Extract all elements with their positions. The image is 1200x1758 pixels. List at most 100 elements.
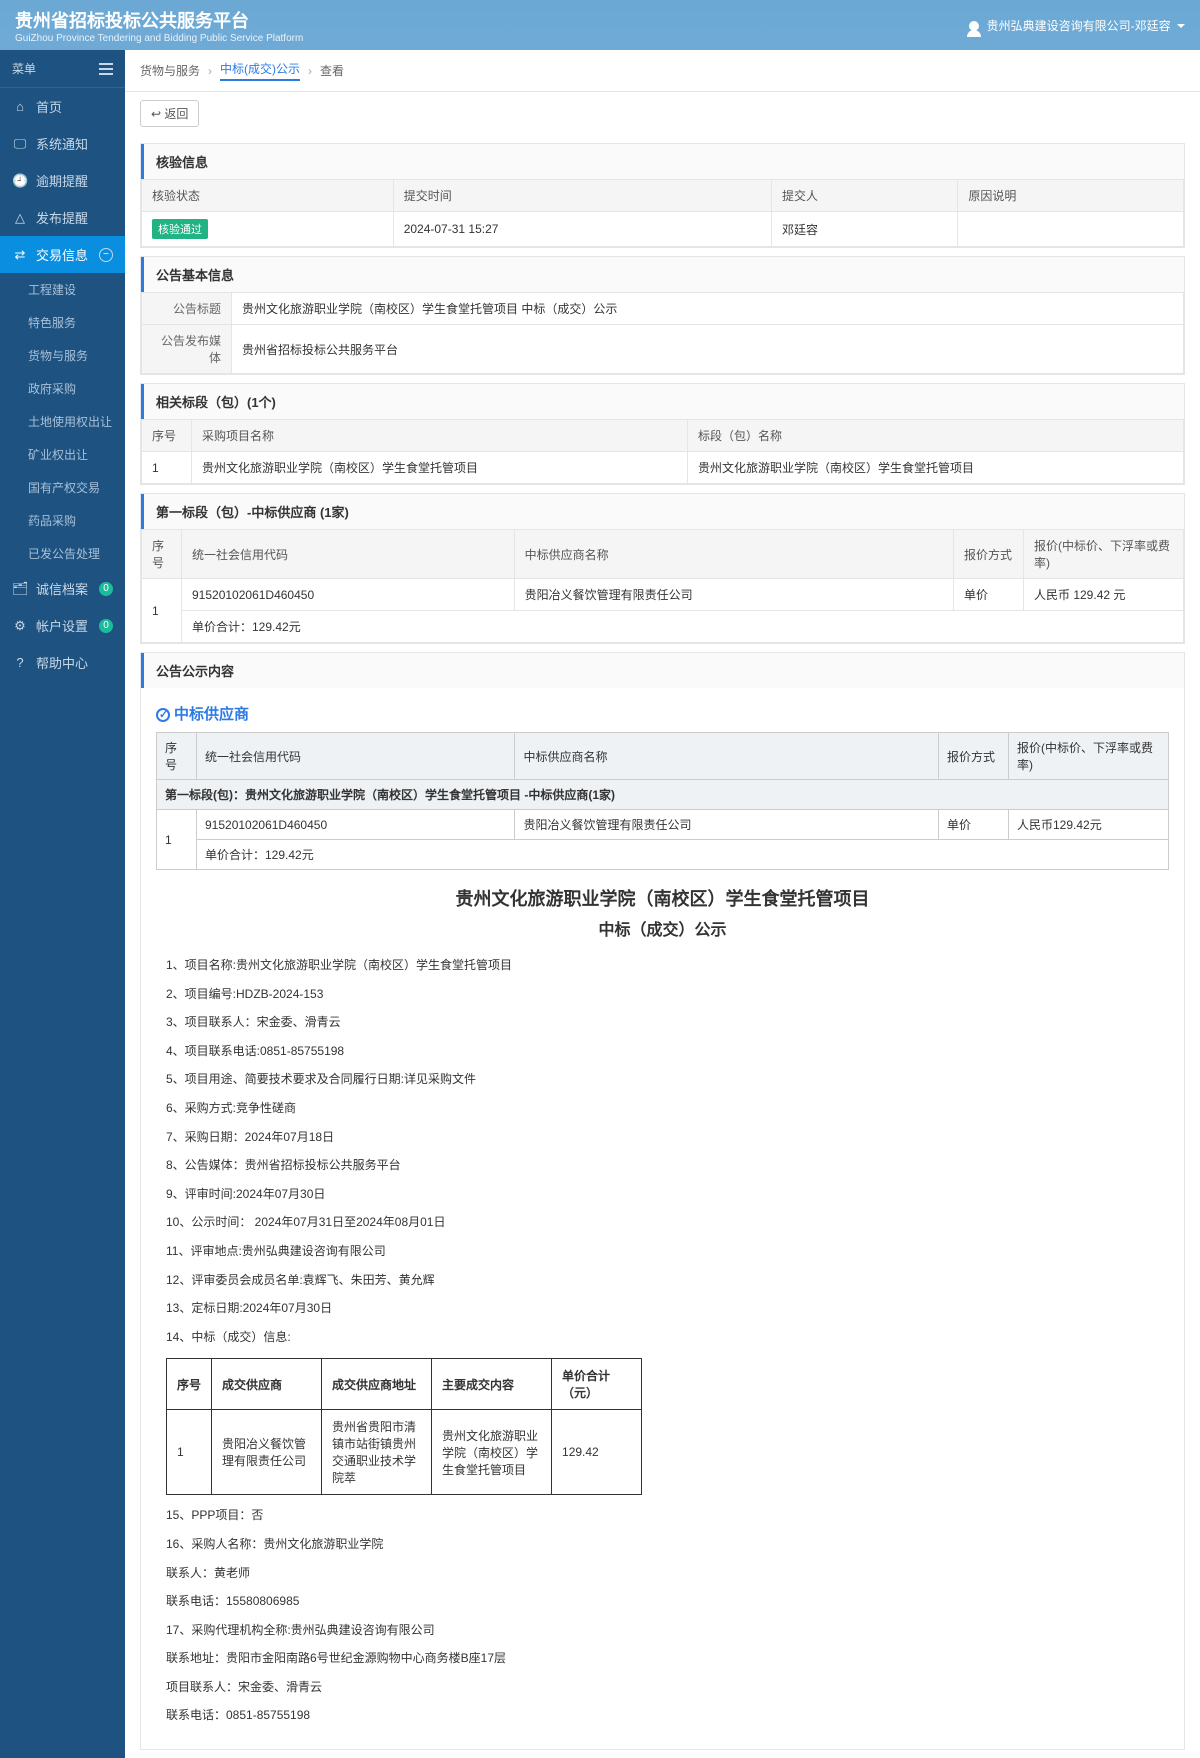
sidebar-item-label: 逾期提醒 <box>36 171 88 190</box>
sidebar-sub-item[interactable]: 国有产权交易 <box>0 471 125 504</box>
th: 提交时间 <box>393 180 771 212</box>
doc-line: 15、PPP项目：否 <box>166 1505 1159 1527</box>
check-circle-icon <box>156 708 170 722</box>
td: 人民币 129.42 元 <box>1024 579 1184 611</box>
td: 人民币129.42元 <box>1009 810 1169 840</box>
panel-title: 相关标段（包）(1个) <box>141 384 1184 419</box>
td: 贵州省贵阳市清镇市站街镇贵州交通职业技术学院萃 <box>322 1410 432 1495</box>
sidebar-item[interactable]: ⚙帐户设置0 <box>0 607 125 644</box>
th: 中标供应商名称 <box>515 733 939 780</box>
document-subtitle: 中标（成交）公示 <box>156 916 1169 940</box>
sidebar-icon: △ <box>12 210 28 226</box>
sidebar-sub-item[interactable]: 已发公告处理 <box>0 537 125 570</box>
chevron-right-icon: › <box>308 64 312 78</box>
document-title: 贵州文化旅游职业学院（南校区）学生食堂托管项目 <box>156 885 1169 911</box>
sidebar-icon: 🖵 <box>12 136 28 152</box>
caption: 第一标段(包)：贵州文化旅游职业学院（南校区）学生食堂托管项目 -中标供应商(1… <box>157 780 1169 810</box>
td: 单价 <box>954 579 1024 611</box>
th: 统一社会信用代码 <box>182 530 515 579</box>
sidebar-item[interactable]: ⌂ 首页 <box>0 88 125 125</box>
th: 报价(中标价、下浮率或费率) <box>1024 530 1184 579</box>
doc-line: 联系电话：0851-85755198 <box>166 1705 1159 1727</box>
sidebar-item-label: 诚信档案 <box>36 579 88 598</box>
label: 公告发布媒体 <box>142 325 232 374</box>
th: 序号 <box>142 420 192 452</box>
th: 主要成交内容 <box>432 1359 552 1410</box>
th: 成交供应商 <box>212 1359 322 1410</box>
doc-line: 1、项目名称:贵州文化旅游职业学院（南校区）学生食堂托管项目 <box>166 955 1159 977</box>
sidebar-sub-item[interactable]: 货物与服务 <box>0 339 125 372</box>
doc-line: 12、评审委员会成员名单:袁辉飞、朱田芳、黄允辉 <box>166 1270 1159 1292</box>
value: 贵州省招标投标公共服务平台 <box>232 325 1184 374</box>
breadcrumb: 货物与服务 › 中标(成交)公示 › 查看 <box>125 50 1200 92</box>
th: 统一社会信用代码 <box>197 733 515 780</box>
th: 报价方式 <box>954 530 1024 579</box>
crumb-2[interactable]: 中标(成交)公示 <box>220 60 300 81</box>
sidebar-item[interactable]: ?帮助中心 <box>0 644 125 681</box>
sidebar-item-label: 系统通知 <box>36 134 88 153</box>
doc-line: 7、采购日期：2024年07月18日 <box>166 1127 1159 1149</box>
td: 贵州文化旅游职业学院（南校区）学生食堂托管项目 <box>432 1410 552 1495</box>
sidebar-item-label: 交易信息 <box>36 245 88 264</box>
th: 核验状态 <box>142 180 394 212</box>
winner-heading: 中标供应商 <box>156 703 1169 724</box>
collapse-icon[interactable]: − <box>99 248 113 262</box>
notice-panel: 公告公示内容 中标供应商 第一标段(包)：贵州文化旅游职业学院（南校区）学生食堂… <box>140 652 1185 1750</box>
back-button[interactable]: 返回 <box>140 100 199 127</box>
th: 报价方式 <box>939 733 1009 780</box>
td: 91520102061D460450 <box>182 579 515 611</box>
sidebar-item-label: 首页 <box>36 97 62 116</box>
sidebar-sub-item[interactable]: 土地使用权出让 <box>0 405 125 438</box>
td: 1 <box>157 810 197 870</box>
sidebar-item[interactable]: 🖵 系统通知 <box>0 125 125 162</box>
sidebar-item[interactable]: ⇄交易信息− <box>0 236 125 273</box>
td: 129.42 <box>552 1410 642 1495</box>
sidebar-item[interactable]: △发布提醒 <box>0 199 125 236</box>
td: 1 <box>142 452 192 484</box>
td: 1 <box>142 579 182 643</box>
td-total: 单价合计：129.42元 <box>197 840 1169 870</box>
sidebar-item[interactable]: 🕘 逾期提醒 <box>0 162 125 199</box>
td: 贵阳冶义餐饮管理有限责任公司 <box>514 579 953 611</box>
badge: 0 <box>99 582 113 596</box>
doc-line: 联系电话：15580806985 <box>166 1591 1159 1613</box>
doc-line: 4、项目联系电话:0851-85755198 <box>166 1041 1159 1063</box>
td: 贵州文化旅游职业学院（南校区）学生食堂托管项目 <box>192 452 688 484</box>
sidebar-sub-item[interactable]: 政府采购 <box>0 372 125 405</box>
doc-line: 联系地址：贵阳市金阳南路6号世纪金源购物中心商务楼B座17层 <box>166 1648 1159 1670</box>
app-header: 贵州省招标投标公共服务平台 GuiZhou Province Tendering… <box>0 0 1200 50</box>
app-title: 贵州省招标投标公共服务平台 <box>15 7 303 33</box>
th: 原因说明 <box>958 180 1184 212</box>
sidebar-icon: ⌂ <box>12 99 28 114</box>
doc-line: 项目联系人：宋金委、滑青云 <box>166 1677 1159 1699</box>
sidebar-sub-item[interactable]: 矿业权出让 <box>0 438 125 471</box>
panel-title: 核验信息 <box>141 144 1184 179</box>
sidebar-sub-item[interactable]: 工程建设 <box>0 273 125 306</box>
doc-line: 9、评审时间:2024年07月30日 <box>166 1184 1159 1206</box>
sidebar-icon: 🕘 <box>12 173 28 189</box>
doc-line: 11、评审地点:贵州弘典建设咨询有限公司 <box>166 1241 1159 1263</box>
th: 报价(中标价、下浮率或费率) <box>1009 733 1169 780</box>
doc-line: 16、采购人名称：贵州文化旅游职业学院 <box>166 1534 1159 1556</box>
sidebar-item[interactable]: 🗂诚信档案0 <box>0 570 125 607</box>
value: 贵州文化旅游职业学院（南校区）学生食堂托管项目 中标（成交）公示 <box>232 293 1184 325</box>
verify-panel: 核验信息 核验状态 提交时间 提交人 原因说明 核验通过 2024-07-31 … <box>140 143 1185 248</box>
caret-down-icon <box>1177 24 1185 28</box>
reason <box>958 212 1184 247</box>
sidebar-icon: ? <box>12 655 28 670</box>
suppliers-panel: 第一标段（包）-中标供应商 (1家) 序号 统一社会信用代码 中标供应商名称 报… <box>140 493 1185 644</box>
crumb-1[interactable]: 货物与服务 <box>140 62 200 79</box>
sidebar-sub-item[interactable]: 药品采购 <box>0 504 125 537</box>
th: 中标供应商名称 <box>514 530 953 579</box>
td: 91520102061D460450 <box>197 810 515 840</box>
sidebar-item-label: 帐户设置 <box>36 616 88 635</box>
th: 序号 <box>142 530 182 579</box>
th: 序号 <box>167 1359 212 1410</box>
menu-toggle-icon[interactable] <box>99 63 113 75</box>
td: 贵阳冶义餐饮管理有限责任公司 <box>212 1410 322 1495</box>
user-name: 贵州弘典建设咨询有限公司-邓廷容 <box>987 19 1171 33</box>
app-subtitle: GuiZhou Province Tendering and Bidding P… <box>15 33 303 44</box>
user-menu[interactable]: 贵州弘典建设咨询有限公司-邓廷容 <box>969 17 1185 34</box>
sidebar-sub-item[interactable]: 特色服务 <box>0 306 125 339</box>
chevron-right-icon: › <box>208 64 212 78</box>
